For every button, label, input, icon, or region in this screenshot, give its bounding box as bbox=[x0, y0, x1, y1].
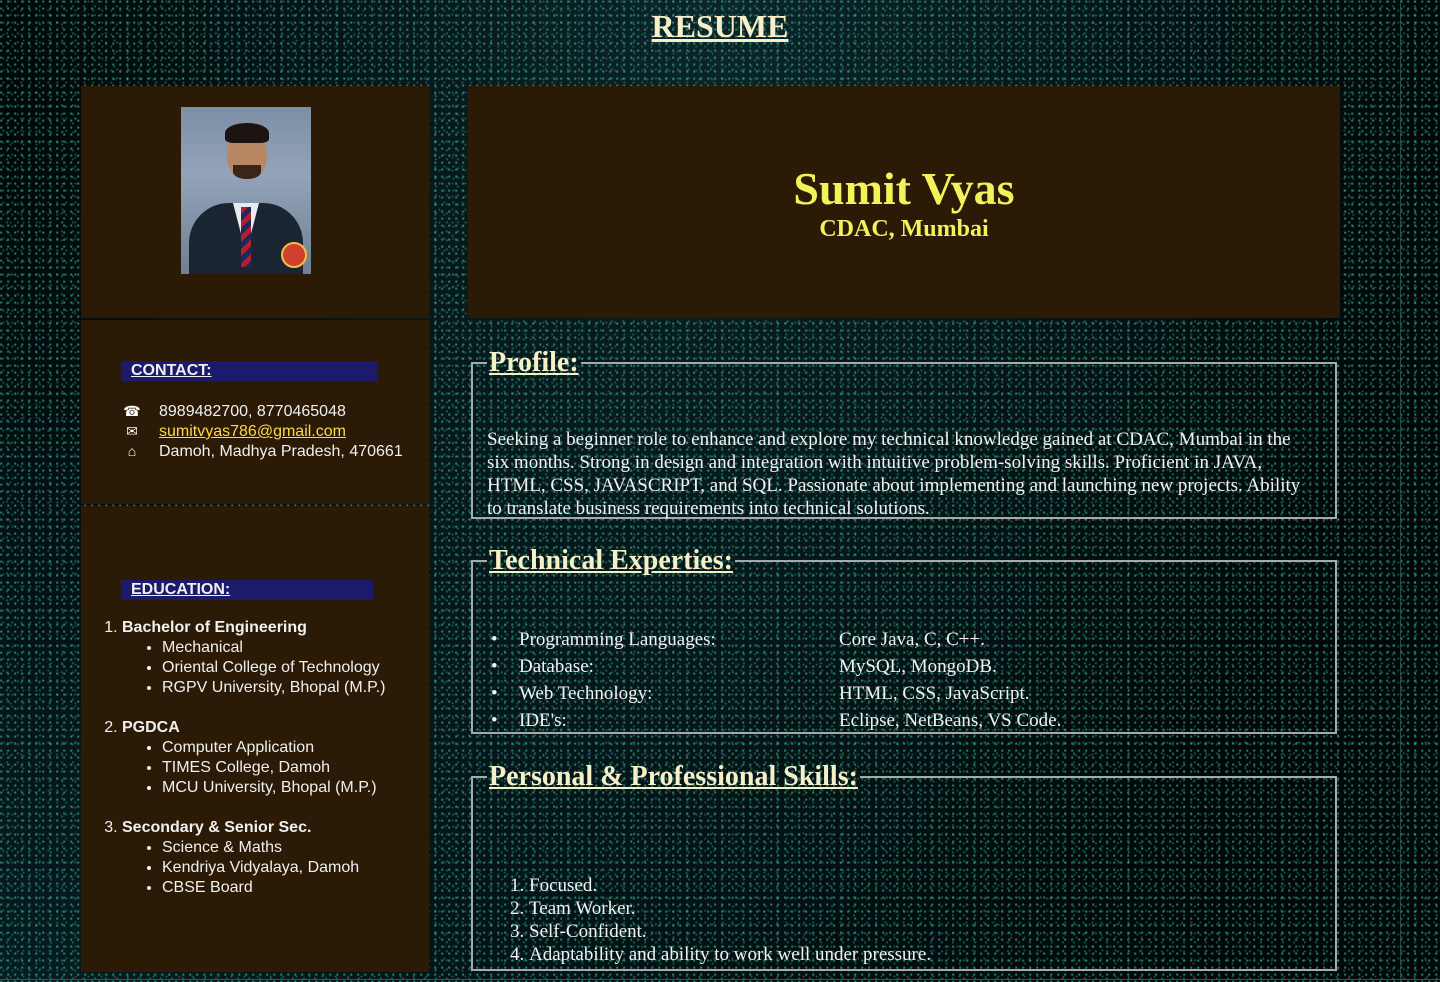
education-detail: Kendriya Vidyalaya, Damoh bbox=[162, 858, 385, 878]
technical-value: Eclipse, NetBeans, VS Code. bbox=[839, 710, 1062, 731]
education-panel: EDUCATION: Bachelor of Engineering Mecha… bbox=[81, 506, 429, 972]
technical-label: Database: bbox=[519, 656, 594, 677]
education-detail: Mechanical bbox=[162, 638, 385, 658]
mail-icon: ✉ bbox=[126, 423, 138, 439]
education-detail: MCU University, Bhopal (M.P.) bbox=[162, 778, 385, 798]
contact-heading: CONTACT: bbox=[121, 361, 377, 381]
skills-heading: Personal & Professional Skills: bbox=[489, 761, 858, 792]
address-text: Damoh, Madhya Pradesh, 470661 bbox=[159, 443, 403, 460]
technical-heading: Technical Experties: bbox=[489, 545, 733, 576]
technical-label: Programming Languages: bbox=[519, 629, 716, 650]
photo-panel bbox=[81, 86, 429, 318]
technical-value: MySQL, MongoDB. bbox=[839, 656, 997, 677]
education-item: Bachelor of Engineering Mechanical Orien… bbox=[122, 618, 385, 698]
education-detail: Science & Maths bbox=[162, 838, 385, 858]
technical-label: Web Technology: bbox=[519, 683, 653, 704]
technical-item: • IDE's: Eclipse, NetBeans, VS Code. bbox=[489, 707, 1309, 734]
phone-icon: ☎ bbox=[123, 403, 141, 419]
contact-panel: CONTACT: ☎ 8989482700, 8770465048 ✉ sumi… bbox=[81, 320, 429, 504]
page-title: RESUME bbox=[651, 8, 789, 44]
education-item: Secondary & Senior Sec. Science & Maths … bbox=[122, 818, 385, 898]
profile-section: Profile: Seeking a beginner role to enha… bbox=[471, 348, 1337, 519]
profile-heading: Profile: bbox=[489, 347, 579, 378]
technical-item: • Web Technology: HTML, CSS, JavaScript. bbox=[489, 680, 1309, 707]
profile-photo bbox=[181, 107, 311, 274]
skill-item: Self-Confident. bbox=[529, 920, 931, 943]
education-detail: Oriental College of Technology bbox=[162, 658, 385, 678]
education-heading: EDUCATION: bbox=[121, 580, 373, 600]
name-header: Sumit Vyas CDAC, Mumbai bbox=[468, 86, 1340, 318]
technical-item: • Programming Languages: Core Java, C, C++… bbox=[489, 626, 1309, 653]
technical-item: • Database: MySQL, MongoDB. bbox=[489, 653, 1309, 680]
education-detail: Computer Application bbox=[162, 738, 385, 758]
degree-title: Secondary & Senior Sec. bbox=[122, 819, 312, 836]
technical-value: HTML, CSS, JavaScript. bbox=[839, 683, 1030, 704]
education-detail: CBSE Board bbox=[162, 878, 385, 898]
skill-item: Focused. bbox=[529, 874, 931, 897]
page-right-rule bbox=[1400, 0, 1401, 982]
profile-text: Seeking a beginner role to enhance and e… bbox=[487, 429, 1301, 519]
skills-list: Focused. Team Worker. Self-Confident. Ad… bbox=[489, 874, 931, 966]
phone-text: 8989482700, 8770465048 bbox=[159, 403, 346, 420]
skill-item: Adaptability and ability to work well un… bbox=[529, 943, 931, 966]
person-name: Sumit Vyas bbox=[793, 163, 1015, 214]
skill-item: Team Worker. bbox=[529, 897, 931, 920]
technical-section: Technical Experties: • Programming Langua… bbox=[471, 546, 1337, 734]
sidebar: CONTACT: ☎ 8989482700, 8770465048 ✉ sumi… bbox=[81, 86, 429, 972]
technical-value: Core Java, C, C++. bbox=[839, 629, 985, 650]
skills-section: Personal & Professional Skills: Focused.… bbox=[471, 762, 1337, 971]
education-detail: TIMES College, Damoh bbox=[162, 758, 385, 778]
education-list: Bachelor of Engineering Mechanical Orien… bbox=[103, 618, 385, 918]
education-item: PGDCA Computer Application TIMES College… bbox=[122, 718, 385, 798]
degree-title: Bachelor of Engineering bbox=[122, 619, 307, 636]
technical-list: • Programming Languages: Core Java, C, C++… bbox=[489, 626, 1309, 734]
technical-label: IDE's: bbox=[519, 710, 567, 731]
organization: CDAC, Mumbai bbox=[819, 216, 989, 242]
home-icon: ⌂ bbox=[127, 443, 137, 459]
email-link[interactable]: sumitvyas786@gmail.com bbox=[159, 423, 346, 440]
education-detail: RGPV University, Bhopal (M.P.) bbox=[162, 678, 385, 698]
page-bottom-rule bbox=[0, 979, 1440, 980]
degree-title: PGDCA bbox=[122, 719, 180, 736]
